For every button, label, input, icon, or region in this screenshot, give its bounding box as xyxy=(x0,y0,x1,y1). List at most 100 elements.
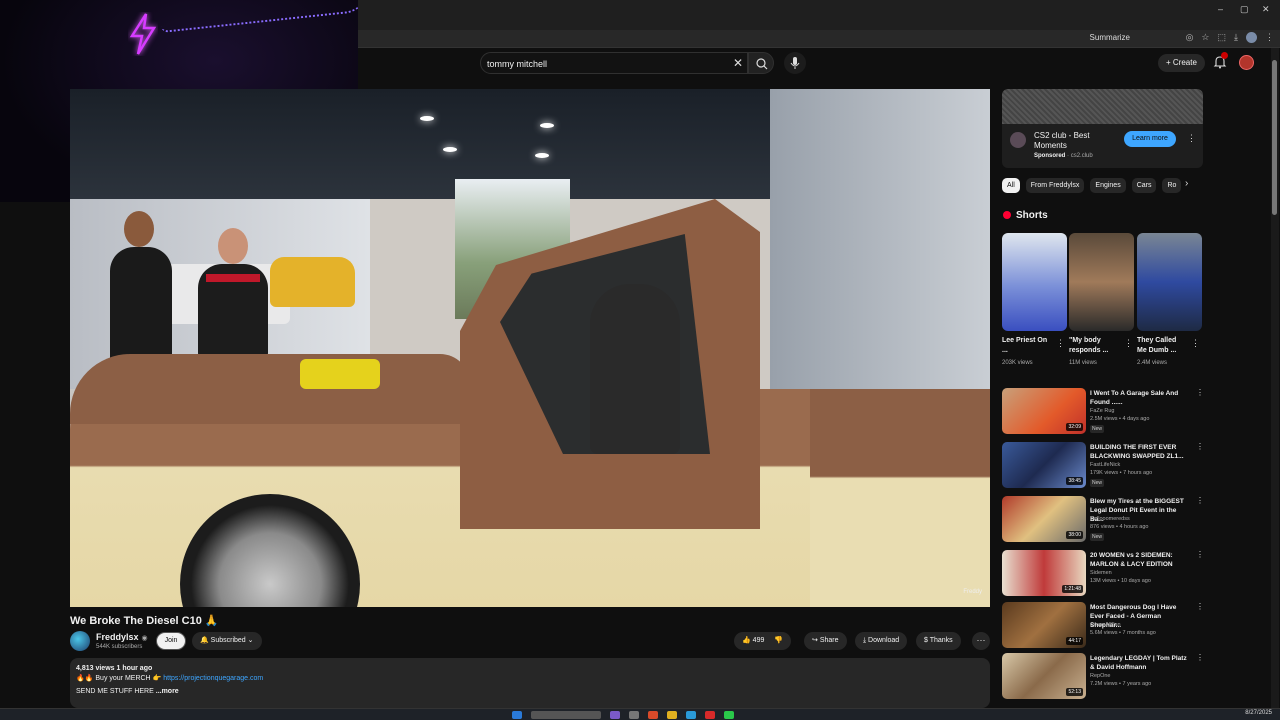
translate-icon[interactable]: ◎ xyxy=(1186,32,1194,43)
video-thumbnail[interactable]: 52:13 xyxy=(1002,653,1086,699)
create-label: Create xyxy=(1172,58,1197,67)
video-menu-icon[interactable]: ⋮ xyxy=(1196,388,1204,397)
app-icon[interactable] xyxy=(705,711,715,719)
taskbar-search-icon[interactable] xyxy=(531,711,601,719)
app-icon[interactable] xyxy=(629,711,639,719)
video-menu-icon[interactable]: ⋮ xyxy=(1196,602,1204,611)
video-title[interactable]: Legendary LEGDAY | Tom Platz & David Hof… xyxy=(1090,654,1190,672)
join-button[interactable]: Join xyxy=(156,632,186,650)
merch-prefix: 🔥🔥 Buy your MERCH 👉 xyxy=(76,675,162,682)
ad-title[interactable]: CS2 club - Best Moments xyxy=(1034,131,1114,151)
video-menu-icon[interactable]: ⋮ xyxy=(1196,550,1204,559)
short-thumbnail[interactable] xyxy=(1002,233,1067,331)
chip-from-channel[interactable]: From Freddylsx xyxy=(1025,178,1085,193)
short-menu-icon[interactable]: ⋮ xyxy=(1056,338,1065,349)
video-duration: 32:09 xyxy=(1066,423,1083,431)
download-icon[interactable]: ⤓ xyxy=(1234,32,1238,43)
subscribed-button[interactable]: 🔔 Subscribed ⌄ xyxy=(192,632,262,650)
merch-link[interactable]: https://projectionquegarage.com xyxy=(163,675,263,682)
channel-name[interactable]: FastLifeNick xyxy=(1090,462,1120,468)
video-thumbnail[interactable]: 44:17 xyxy=(1002,602,1086,648)
video-thumbnail[interactable]: 32:09 xyxy=(1002,388,1086,434)
short-menu-icon[interactable]: ⋮ xyxy=(1124,338,1133,349)
recommended-video[interactable]: 38:45 BUILDING THE FIRST EVER BLACKWING … xyxy=(1002,442,1204,490)
video-thumbnail[interactable]: 38:45 xyxy=(1002,442,1086,488)
learn-more-button[interactable]: Learn more xyxy=(1124,131,1176,147)
video-duration: 1:21:48 xyxy=(1062,585,1083,593)
chevron-right-icon[interactable]: › xyxy=(1185,178,1188,189)
video-menu-icon[interactable]: ⋮ xyxy=(1196,442,1204,451)
short-title[interactable]: They Called Me Dumb ... xyxy=(1137,336,1187,356)
video-title[interactable]: BUILDING THE FIRST EVER BLACKWING SWAPPE… xyxy=(1090,443,1190,461)
video-thumbnail[interactable]: 1:21:48 xyxy=(1002,550,1086,596)
ad-menu-icon[interactable]: ⋮ xyxy=(1187,133,1196,144)
short-thumbnail[interactable] xyxy=(1069,233,1134,331)
search-input[interactable] xyxy=(487,57,717,71)
browser-icon[interactable] xyxy=(724,711,734,719)
voice-search-button[interactable] xyxy=(784,52,806,74)
channel-avatar[interactable] xyxy=(70,631,90,651)
channel-name[interactable]: Cesar Millan xyxy=(1090,622,1121,628)
video-meta: 13M views • 10 days ago xyxy=(1090,578,1151,584)
download-button[interactable]: ⤓ Download xyxy=(855,632,908,650)
extensions-icon[interactable]: ⬚ xyxy=(1218,32,1227,43)
chip-engines[interactable]: Engines xyxy=(1090,178,1126,193)
show-more-link[interactable]: ...more xyxy=(156,688,179,695)
start-icon[interactable] xyxy=(512,711,522,719)
video-menu-icon[interactable]: ⋮ xyxy=(1196,496,1204,505)
create-button[interactable]: + Create xyxy=(1158,54,1205,72)
clear-search-icon[interactable]: ✕ xyxy=(733,56,743,70)
video-scene-person xyxy=(198,228,268,359)
share-button[interactable]: ↪ Share xyxy=(804,632,847,650)
notifications-button[interactable] xyxy=(1212,52,1228,70)
channel-name[interactable]: Freddylsx xyxy=(96,632,139,642)
short-title[interactable]: Lee Priest On ... xyxy=(1002,336,1052,356)
recommended-video[interactable]: 38:00 Blew my Tires at the BIGGEST Legal… xyxy=(1002,496,1204,544)
recommended-video[interactable]: 44:17 Most Dangerous Dog I Have Ever Fac… xyxy=(1002,602,1204,650)
video-title[interactable]: I Went To A Garage Sale And Found ...... xyxy=(1090,389,1190,407)
video-thumbnail[interactable]: 38:00 xyxy=(1002,496,1086,542)
video-scene-truck-hood xyxy=(70,354,470,424)
channel-name[interactable]: FaZe Rug xyxy=(1090,408,1114,414)
short-menu-icon[interactable]: ⋮ xyxy=(1191,338,1200,349)
app-icon[interactable] xyxy=(610,711,620,719)
profile-avatar[interactable] xyxy=(1246,32,1257,43)
subscribed-label: Subscribed xyxy=(210,637,246,644)
channel-name[interactable]: Hellooomeredss xyxy=(1090,516,1130,522)
search-button[interactable] xyxy=(748,52,774,74)
minimize-icon[interactable]: – xyxy=(1218,4,1223,14)
maximize-icon[interactable]: ▢ xyxy=(1240,4,1249,15)
video-scene-engine xyxy=(300,359,380,389)
video-player[interactable]: Freddy xyxy=(70,89,990,607)
app-icon[interactable] xyxy=(648,711,658,719)
short-thumbnail[interactable] xyxy=(1137,233,1202,331)
recommended-video[interactable]: 1:21:48 20 WOMEN vs 2 SIDEMEN: MARLON & … xyxy=(1002,550,1204,598)
recommended-video[interactable]: 52:13 Legendary LEGDAY | Tom Platz & Dav… xyxy=(1002,653,1204,701)
chip-all[interactable]: All xyxy=(1002,178,1020,193)
channel-name[interactable]: Sidemen xyxy=(1090,570,1112,576)
more-actions-button[interactable]: ⋯ xyxy=(972,632,990,650)
ad-banner-image[interactable] xyxy=(1002,89,1203,124)
bookmark-icon[interactable]: ☆ xyxy=(1201,32,1209,43)
summarize-button[interactable]: Summarize xyxy=(1090,33,1130,42)
video-menu-icon[interactable]: ⋮ xyxy=(1196,653,1204,662)
video-title[interactable]: 20 WOMEN vs 2 SIDEMEN: MARLON & LACY EDI… xyxy=(1090,551,1190,569)
close-window-icon[interactable]: ✕ xyxy=(1262,4,1270,15)
thumbs-down-icon[interactable]: 👎 xyxy=(774,637,783,644)
description-box[interactable]: 4,813 views 1 hour ago 🔥🔥 Buy your MERCH… xyxy=(70,658,990,708)
scrollbar-thumb[interactable] xyxy=(1272,60,1277,215)
menu-icon[interactable]: ⋮ xyxy=(1265,32,1274,43)
like-button[interactable]: 👍 499 👎 xyxy=(734,632,792,650)
video-scene-driver xyxy=(590,284,680,454)
short-title[interactable]: "My body responds ... xyxy=(1069,336,1119,356)
channel-name-row[interactable]: Freddylsx ◉ xyxy=(96,632,148,642)
user-avatar[interactable] xyxy=(1239,55,1254,70)
thanks-button[interactable]: $ Thanks xyxy=(916,632,961,650)
channel-name[interactable]: RepOne xyxy=(1090,673,1111,679)
chip-ro[interactable]: Ro xyxy=(1162,178,1182,193)
app-icon[interactable] xyxy=(686,711,696,719)
recommended-video[interactable]: 32:09 I Went To A Garage Sale And Found … xyxy=(1002,388,1204,436)
ad-card[interactable]: CS2 club - Best Moments Sponsored · cs2.… xyxy=(1002,124,1203,168)
chip-cars[interactable]: Cars xyxy=(1131,178,1157,193)
folder-icon[interactable] xyxy=(667,711,677,719)
